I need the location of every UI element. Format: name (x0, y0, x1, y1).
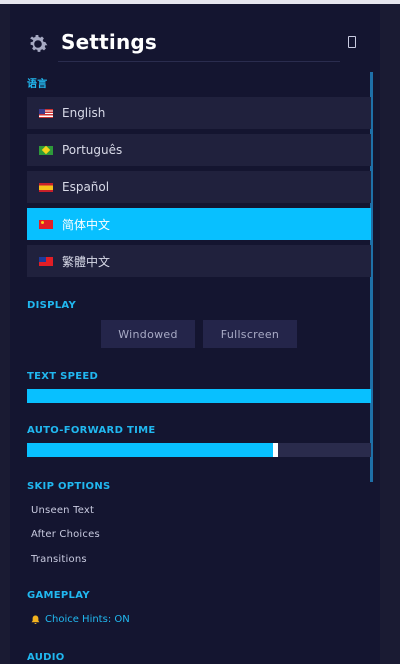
bell-icon (31, 615, 40, 624)
auto-forward-section-label: AUTO-FORWARD TIME (27, 425, 156, 436)
gear-icon (30, 35, 48, 52)
tw-flag-icon (39, 256, 53, 266)
fullscreen-button[interactable]: Fullscreen (203, 320, 297, 348)
page-title: Settings (61, 30, 158, 54)
language-option-label: Português (62, 143, 123, 157)
language-option-spanish[interactable]: Español (27, 171, 371, 203)
language-option-portuguese[interactable]: Português (27, 134, 371, 166)
choice-hints-label: Choice Hints: ON (45, 614, 130, 625)
auto-forward-slider-fill (27, 443, 275, 457)
auto-forward-slider[interactable] (27, 443, 371, 457)
language-option-label: Español (62, 180, 110, 194)
skip-option-unseen-text[interactable]: Unseen Text (31, 505, 94, 516)
windowed-button[interactable]: Windowed (101, 320, 195, 348)
choice-hints-toggle[interactable]: Choice Hints: ON (31, 614, 130, 625)
gameplay-section-label: GAMEPLAY (27, 590, 90, 601)
es-flag-icon (39, 182, 53, 192)
language-section-label: 语言 (27, 79, 48, 90)
text-speed-slider-fill (27, 389, 371, 403)
language-option-label: 繁體中文 (62, 254, 111, 269)
skip-option-transitions[interactable]: Transitions (31, 554, 87, 565)
display-section-label: DISPLAY (27, 300, 77, 311)
skip-options-section-label: SKIP OPTIONS (27, 481, 111, 492)
skip-option-after-choices[interactable]: After Choices (31, 529, 100, 540)
audio-section-label: AUDIO (27, 652, 65, 663)
language-option-label: 简体中文 (62, 217, 111, 232)
language-option-traditional-chinese[interactable]: 繁體中文 (27, 245, 371, 277)
br-flag-icon (39, 145, 53, 155)
auto-forward-slider-handle[interactable] (273, 443, 278, 457)
language-option-simplified-chinese[interactable]: 简体中文 (27, 208, 371, 240)
language-option-english[interactable]: English (27, 97, 371, 129)
text-speed-slider[interactable] (27, 389, 371, 403)
language-option-label: English (62, 106, 106, 120)
text-speed-section-label: TEXT SPEED (27, 371, 99, 382)
header-divider (58, 61, 340, 62)
us-flag-icon (39, 108, 53, 118)
settings-header: Settings (26, 30, 366, 62)
close-button[interactable] (348, 36, 356, 48)
cn-flag-icon (39, 219, 53, 229)
